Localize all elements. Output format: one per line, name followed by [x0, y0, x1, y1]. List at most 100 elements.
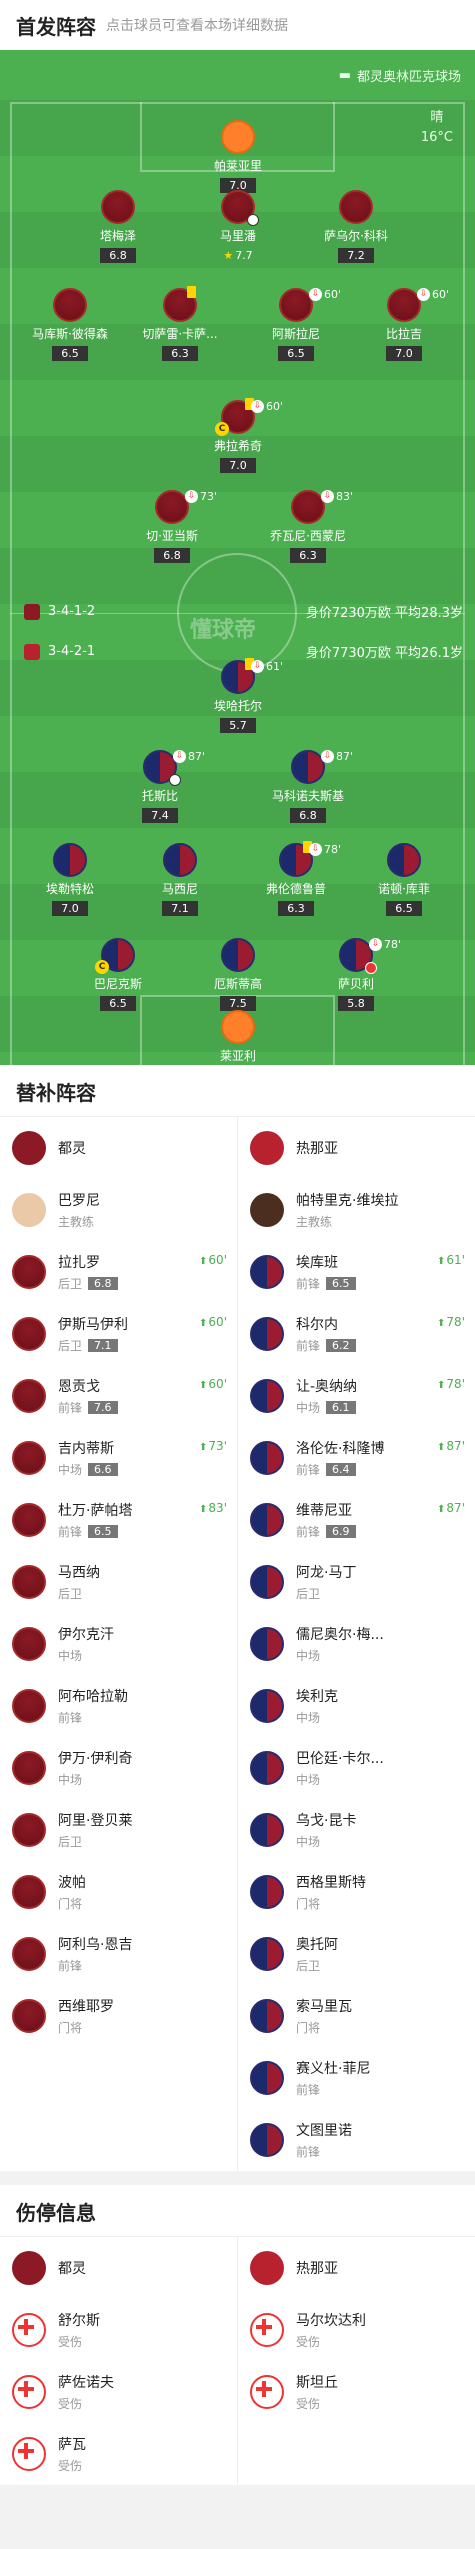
player-name: 阿龙·马丁 — [296, 1565, 357, 1581]
player-name: 马尔坎达利 — [296, 2313, 366, 2329]
torino-value: 身价7230万欧 平均28.3岁 — [305, 606, 463, 621]
player-10[interactable]: ⇩ 83' 乔瓦尼·西蒙尼 6.3 — [258, 490, 358, 563]
jersey-icon — [250, 2123, 284, 2157]
player-row[interactable]: 科尔内前锋6.278' — [238, 1303, 475, 1365]
player-13[interactable]: ⇩ 87' 马科诺夫斯基 6.8 — [258, 750, 358, 823]
player-row[interactable]: 斯坦丘 受伤 — [238, 2361, 475, 2423]
player-3[interactable]: 萨乌尔·科科 7.2 — [306, 190, 406, 263]
player-name: 帕莱亚里 — [213, 159, 262, 173]
player-row[interactable]: 马西纳 后卫 — [0, 1551, 237, 1613]
player-row[interactable]: 让-奥纳纳中场6.178' — [238, 1365, 475, 1427]
player-row[interactable]: 阿利乌·恩吉 前锋 — [0, 1923, 237, 1985]
sub-out-icon: ⇩ — [321, 750, 334, 763]
player-position: 后卫 — [58, 1835, 83, 1849]
player-row[interactable]: 伊斯马伊利后卫7.160' — [0, 1303, 237, 1365]
player-row[interactable]: 文图里诺 前锋 — [238, 2109, 475, 2171]
player-18[interactable]: C 巴尼克斯 6.5 — [68, 938, 168, 1011]
jersey-icon — [250, 1565, 284, 1599]
player-8[interactable]: C ⇩ 60' 弗拉希奇 7.0 — [188, 398, 288, 473]
player-row[interactable]: 西维耶罗 门将 — [0, 1985, 237, 2047]
player-rating: 6.3 — [278, 901, 314, 916]
player-row[interactable]: 西格里斯特 门将 — [238, 1861, 475, 1923]
player-row[interactable]: 吉内蒂斯中场6.673' — [0, 1427, 237, 1489]
jersey-icon — [53, 288, 87, 322]
player-rating: 6.3 — [290, 548, 326, 563]
player-21[interactable]: 莱亚利7.6 — [188, 1010, 288, 1065]
player-5[interactable]: 切萨雷·卡萨... 6.3 — [130, 286, 230, 361]
player-row[interactable]: 恩贡戈前锋7.660' — [0, 1365, 237, 1427]
pitch: ▬ 都灵奥林匹克球场 晴 16°C 懂球帝 3-4-1-2 身价7230万欧 平… — [0, 50, 475, 1065]
lineup-header: 首发阵容 点击球员可查看本场详细数据 — [0, 0, 475, 50]
player-rating: 7.0 — [220, 458, 256, 473]
yellow-card-icon — [187, 286, 196, 298]
jersey-icon — [12, 1255, 46, 1289]
player-row[interactable]: 舒尔斯 受伤 — [0, 2299, 237, 2361]
sub-out-icon: ⇩ — [321, 490, 334, 503]
player-2[interactable]: 马里潘 7.7 — [188, 190, 288, 263]
player-row[interactable]: 索马里瓦 门将 — [238, 1985, 475, 2047]
player-12[interactable]: ⇩ 87' 托斯比 7.4 — [110, 750, 210, 823]
player-6[interactable]: ⇩ 60' 阿斯拉尼 6.5 — [246, 288, 346, 361]
player-position: 主教练 — [296, 1215, 333, 1229]
player-row[interactable]: 维蒂尼亚前锋6.987' — [238, 1489, 475, 1551]
player-row[interactable]: 阿龙·马丁 后卫 — [238, 1551, 475, 1613]
player-name: 切·亚当斯 — [146, 529, 198, 543]
player-row[interactable]: 阿里·登贝莱 后卫 — [0, 1799, 237, 1861]
player-row[interactable]: 赛义杜·菲尼 前锋 — [238, 2047, 475, 2109]
player-20[interactable]: ⇩ 78' 萨贝利 5.8 — [306, 938, 406, 1011]
player-row[interactable]: 伊尔克汗 中场 — [0, 1613, 237, 1675]
jersey-icon — [250, 1255, 284, 1289]
player-row[interactable]: 萨瓦 受伤 — [0, 2423, 237, 2485]
player-name: 乔瓦尼·西蒙尼 — [270, 529, 346, 543]
player-row[interactable]: 奥托阿 后卫 — [238, 1923, 475, 1985]
jersey-icon — [250, 1999, 284, 2033]
player-row[interactable]: 阿布哈拉勒 前锋 — [0, 1675, 237, 1737]
player-row[interactable]: 波帕 门将 — [0, 1861, 237, 1923]
player-row[interactable]: 洛伦佐·科隆博前锋6.487' — [238, 1427, 475, 1489]
player-row[interactable]: 儒尼奥尔·梅... 中场 — [238, 1613, 475, 1675]
player-position: 受伤 — [58, 2459, 83, 2473]
jersey-icon — [12, 1751, 46, 1785]
player-19[interactable]: 厄斯蒂高 7.5 — [188, 938, 288, 1011]
player-1[interactable]: 塔梅泽 6.8 — [68, 190, 168, 263]
player-row[interactable]: 乌戈·昆卡 中场 — [238, 1799, 475, 1861]
player-17[interactable]: 诺顿·库菲 6.5 — [354, 843, 454, 916]
sub-in-minute: 60' — [199, 1377, 227, 1391]
player-15[interactable]: 马西尼 7.1 — [130, 843, 230, 916]
player-position: 前锋 — [58, 1959, 83, 1973]
sub-out-badge: ⇩ 87' — [173, 750, 205, 763]
jersey-icon — [250, 1317, 284, 1351]
torino-badge-icon — [24, 603, 40, 620]
jersey-icon: ⇩ 78' — [279, 841, 341, 877]
medical-cross-icon — [250, 2375, 284, 2409]
sub-in-minute: 87' — [437, 1439, 465, 1453]
sub-out-icon: ⇩ — [251, 660, 264, 673]
player-9[interactable]: ⇩ 73' 切·亚当斯 6.8 — [122, 490, 222, 563]
player-14[interactable]: 埃勒特松 7.0 — [20, 843, 120, 916]
sub-out-badge: ⇩ 78' — [369, 938, 401, 951]
player-row[interactable]: 埃库班前锋6.561' — [238, 1241, 475, 1303]
player-row[interactable]: 巴伦廷·卡尔... 中场 — [238, 1737, 475, 1799]
sub-out-icon: ⇩ — [309, 288, 322, 301]
player-16[interactable]: ⇩ 78' 弗伦德鲁普 6.3 — [246, 841, 346, 916]
team-header: 热那亚 — [238, 1117, 475, 1179]
player-row[interactable]: 马尔坎达利 受伤 — [238, 2299, 475, 2361]
player-row[interactable]: 伊万·伊利奇 中场 — [0, 1737, 237, 1799]
player-row[interactable]: 埃利克 中场 — [238, 1675, 475, 1737]
player-row[interactable]: 拉扎罗后卫6.860' — [0, 1241, 237, 1303]
player-row[interactable]: 帕特里克·维埃拉 主教练 — [238, 1179, 475, 1241]
player-position: 后卫 — [58, 1587, 83, 1601]
player-4[interactable]: 马库斯·彼得森 6.5 — [20, 288, 120, 361]
sub-out-icon: ⇩ — [185, 490, 198, 503]
player-11[interactable]: ⇩ 61' 埃哈托尔 5.7 — [188, 658, 288, 733]
player-row[interactable]: 杜万·萨帕塔前锋6.583' — [0, 1489, 237, 1551]
jersey-icon — [101, 190, 135, 224]
player-0[interactable]: 帕莱亚里 7.0 — [188, 120, 288, 193]
player-position: 门将 — [58, 2021, 83, 2035]
player-7[interactable]: ⇩ 60' 比拉吉 7.0 — [354, 288, 454, 361]
player-position: 门将 — [296, 1897, 321, 1911]
player-row[interactable]: 萨佐诺夫 受伤 — [0, 2361, 237, 2423]
player-row[interactable]: 巴罗尼 主教练 — [0, 1179, 237, 1241]
sub-out-badge: ⇩ 73' — [185, 490, 217, 503]
page-title: 首发阵容 — [16, 14, 96, 39]
